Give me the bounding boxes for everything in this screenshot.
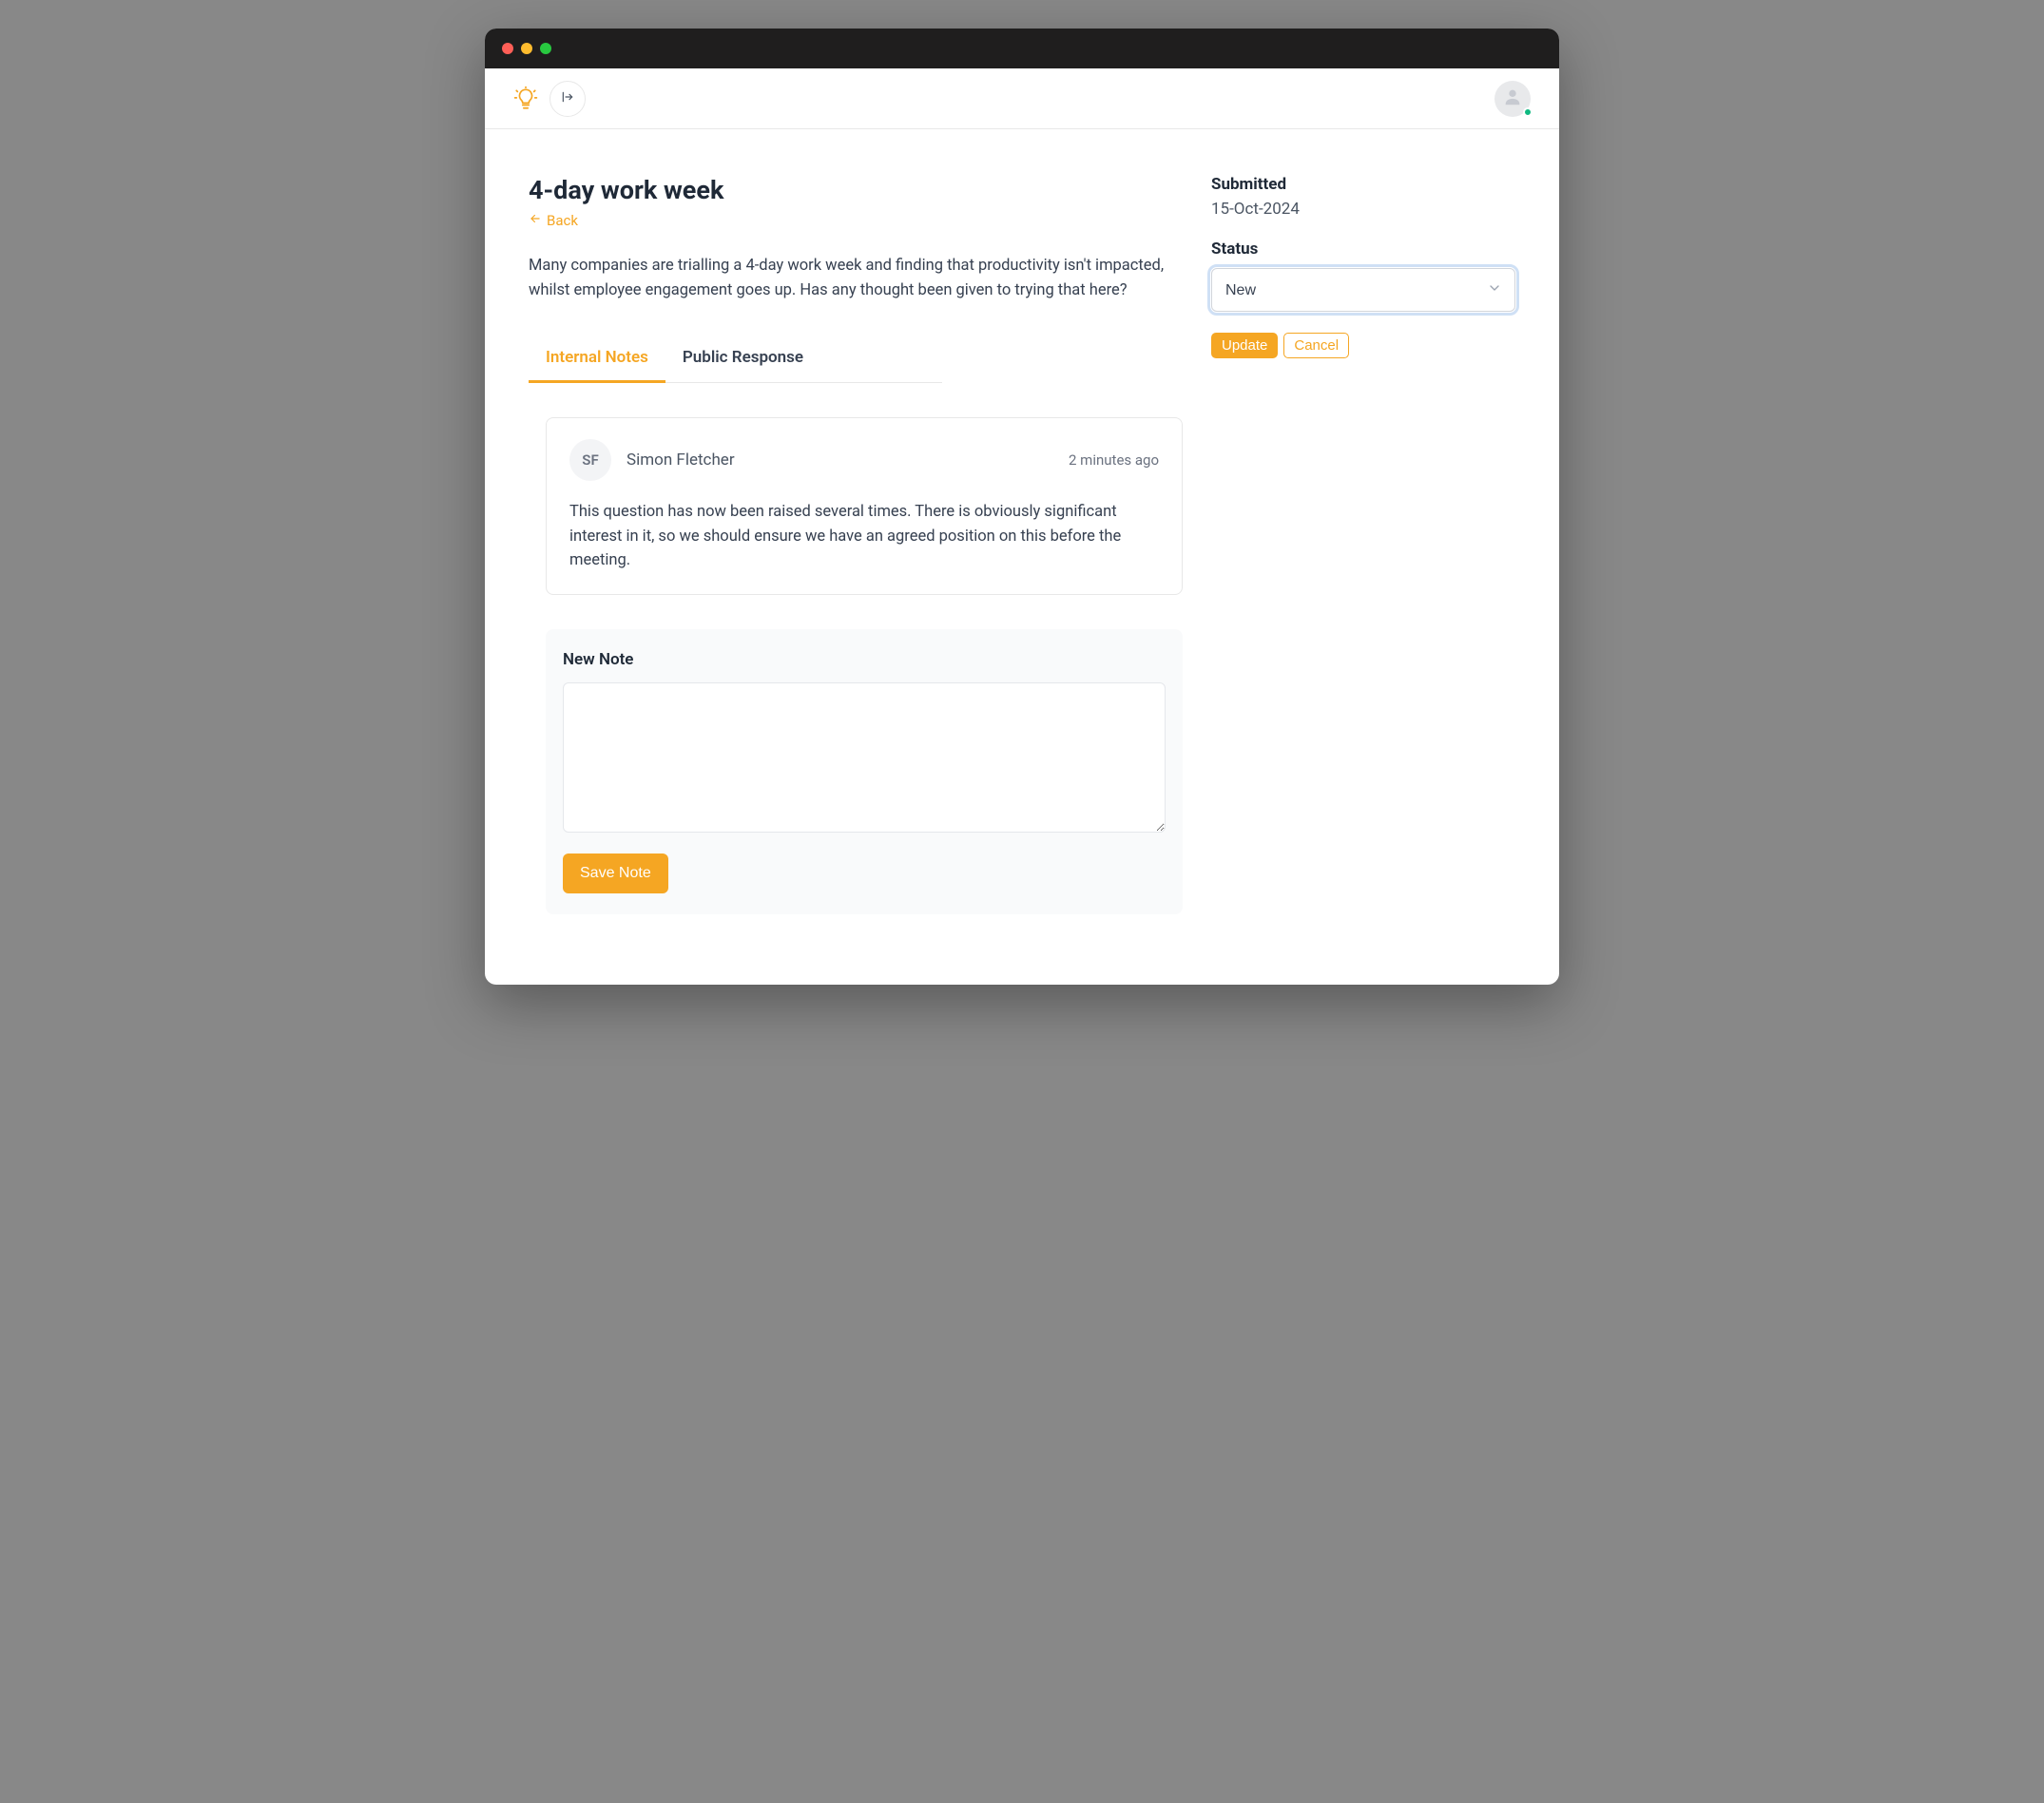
sidebar-expand-button[interactable] [550, 81, 586, 117]
note-card: SF Simon Fletcher 2 minutes ago This que… [546, 417, 1183, 595]
window-minimize-button[interactable] [521, 43, 532, 54]
window-close-button[interactable] [502, 43, 513, 54]
topbar-left [513, 81, 586, 117]
description: Many companies are trialling a 4-day wor… [529, 254, 1183, 302]
main-column: 4-day work week Back Many companies are … [529, 175, 1183, 928]
new-note-textarea[interactable] [563, 682, 1166, 833]
new-note-label: New Note [563, 650, 1166, 669]
status-label: Status [1211, 240, 1515, 259]
user-menu[interactable] [1494, 81, 1531, 117]
expand-right-icon [560, 89, 575, 107]
window-maximize-button[interactable] [540, 43, 551, 54]
back-label: Back [547, 212, 578, 229]
tabs: Internal Notes Public Response [529, 338, 942, 383]
user-icon [1502, 86, 1523, 111]
presence-indicator [1523, 107, 1533, 117]
submitted-value: 15-Oct-2024 [1211, 200, 1515, 219]
status-select-wrap: New [1211, 268, 1515, 312]
topbar [485, 68, 1559, 129]
tab-internal-notes[interactable]: Internal Notes [529, 338, 665, 383]
app-window: 4-day work week Back Many companies are … [485, 29, 1559, 985]
content: 4-day work week Back Many companies are … [485, 129, 1559, 985]
lightbulb-icon [513, 86, 538, 111]
side-actions: Update Cancel [1211, 333, 1515, 358]
titlebar [485, 29, 1559, 68]
status-select[interactable]: New [1211, 268, 1515, 312]
arrow-left-icon [529, 212, 542, 229]
save-note-button[interactable]: Save Note [563, 854, 668, 893]
note-author: Simon Fletcher [627, 451, 1069, 470]
cancel-button[interactable]: Cancel [1283, 333, 1349, 358]
back-link[interactable]: Back [529, 212, 578, 229]
tab-public-response[interactable]: Public Response [665, 338, 820, 383]
note-avatar: SF [569, 439, 611, 481]
side-column: Submitted 15-Oct-2024 Status New Update … [1211, 175, 1515, 928]
page-title: 4-day work week [529, 175, 1183, 205]
note-body: This question has now been raised severa… [569, 500, 1159, 573]
new-note-panel: New Note Save Note [546, 629, 1183, 914]
note-header: SF Simon Fletcher 2 minutes ago [569, 439, 1159, 481]
submitted-label: Submitted [1211, 175, 1515, 194]
update-button[interactable]: Update [1211, 333, 1278, 358]
note-timestamp: 2 minutes ago [1069, 451, 1159, 469]
